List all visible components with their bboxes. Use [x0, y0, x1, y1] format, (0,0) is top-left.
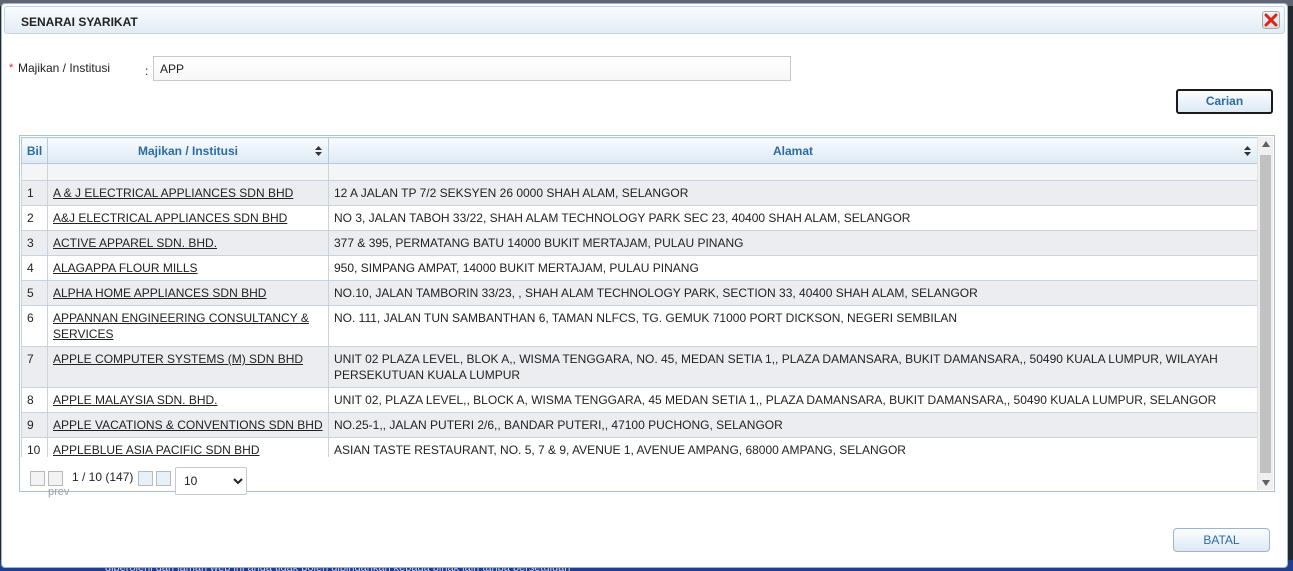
scroll-down-icon[interactable]: [1262, 480, 1270, 486]
dialog-titlebar: SENARAI SYARIKAT: [4, 6, 1285, 34]
address-cell: NO.25-1,, JALAN PUTERI 2/6,, BANDAR PUTE…: [328, 412, 1257, 438]
row-number: 7: [21, 346, 48, 388]
prev-label: prev: [48, 486, 70, 498]
column-header-bil: Bil: [21, 137, 48, 164]
employer-cell: APPANNAN ENGINEERING CONSULTANCY & SERVI…: [47, 305, 329, 347]
next-page-icon[interactable]: [138, 471, 153, 486]
column-header-employer[interactable]: Majikan / Institusi: [47, 137, 329, 164]
search-button[interactable]: Carian: [1176, 89, 1273, 114]
employer-link[interactable]: APPANNAN ENGINEERING CONSULTANCY & SERVI…: [53, 311, 309, 341]
page-info: 1 / 10 (147): [72, 470, 134, 484]
employer-link[interactable]: ALAGAPPA FLOUR MILLS: [53, 261, 198, 275]
column-header-address[interactable]: Alamat: [328, 137, 1257, 164]
employer-cell: ALPHA HOME APPLIANCES SDN BHD: [47, 280, 329, 306]
table-row: 5 ALPHA HOME APPLIANCES SDN BHD NO.10, JAL…: [21, 280, 1257, 306]
grid-filter-row: [21, 163, 1257, 181]
table-row: 10 APPLEBLUE ASIA PACIFIC SDN BHD ASIAN TA…: [21, 437, 1257, 457]
row-number: 1: [21, 180, 48, 206]
table-row: 6 APPANNAN ENGINEERING CONSULTANCY & SERV…: [21, 305, 1257, 347]
employer-link[interactable]: APPLE VACATIONS & CONVENTIONS SDN BHD: [53, 418, 323, 432]
last-page-icon[interactable]: [156, 471, 171, 486]
table-row: 7 APPLE COMPUTER SYSTEMS (M) SDN BHD UNIT …: [21, 346, 1257, 388]
first-page-icon[interactable]: [30, 471, 45, 486]
table-row: 2 A&J ELECTRICAL APPLIANCES SDN BHD NO 3, …: [21, 205, 1257, 231]
row-number: 6: [21, 305, 48, 347]
employer-link[interactable]: ACTIVE APPAREL SDN. BHD.: [53, 236, 217, 250]
company-list-dialog: SENARAI SYARIKAT * Majikan / Institusi :…: [1, 3, 1288, 568]
row-number: 2: [21, 205, 48, 231]
row-number: 3: [21, 230, 48, 256]
employer-cell: ACTIVE APPAREL SDN. BHD.: [47, 230, 329, 256]
employer-cell: APPLE VACATIONS & CONVENTIONS SDN BHD: [47, 412, 329, 438]
address-cell: NO. 111, JALAN TUN SAMBANTHAN 6, TAMAN N…: [328, 305, 1257, 347]
employer-cell: A&J ELECTRICAL APPLIANCES SDN BHD: [47, 205, 329, 231]
employer-link[interactable]: APPLE COMPUTER SYSTEMS (M) SDN BHD: [53, 352, 303, 366]
employer-cell: APPLE MALAYSIA SDN. BHD.: [47, 387, 329, 413]
close-icon: [1264, 13, 1278, 27]
table-row: 4 ALAGAPPA FLOUR MILLS 950, SIMPANG AMPAT,…: [21, 255, 1257, 281]
address-cell: UNIT 02 PLAZA LEVEL, BLOK A,, WISMA TENG…: [328, 346, 1257, 388]
company-grid: Bil Majikan / Institusi Alamat 1 A & J E…: [19, 135, 1275, 498]
address-cell: ASIAN TASTE RESTAURANT, NO. 5, 7 & 9, AV…: [328, 437, 1257, 457]
address-cell: NO 3, JALAN TABOH 33/22, SHAH ALAM TECHN…: [328, 205, 1257, 231]
address-cell: NO.10, JALAN TAMBORIN 33/23, , SHAH ALAM…: [328, 280, 1257, 306]
label-colon: :: [145, 64, 149, 78]
table-row: 1 A & J ELECTRICAL APPLIANCES SDN BHD 12 A…: [21, 180, 1257, 206]
company-table: Bil Majikan / Institusi Alamat 1 A & J E…: [21, 137, 1257, 457]
employer-link[interactable]: APPLE MALAYSIA SDN. BHD.: [53, 393, 218, 407]
address-cell: 377 & 395, PERMATANG BATU 14000 BUKIT ME…: [328, 230, 1257, 256]
prev-page-icon[interactable]: [48, 471, 63, 486]
grid-header-row: Bil Majikan / Institusi Alamat: [21, 137, 1257, 164]
employer-label: Majikan / Institusi: [18, 61, 111, 75]
row-number: 5: [21, 280, 48, 306]
employer-link[interactable]: A & J ELECTRICAL APPLIANCES SDN BHD: [53, 186, 293, 200]
cancel-button[interactable]: BATAL: [1173, 528, 1270, 552]
employer-link[interactable]: APPLEBLUE ASIA PACIFIC SDN BHD: [53, 443, 260, 457]
table-row: 3 ACTIVE APPAREL SDN. BHD. 377 & 395, PERM…: [21, 230, 1257, 256]
row-number: 8: [21, 387, 48, 413]
grid-vertical-scrollbar[interactable]: [1257, 137, 1273, 490]
employer-cell: APPLEBLUE ASIA PACIFIC SDN BHD: [47, 437, 329, 457]
scroll-thumb[interactable]: [1260, 155, 1271, 473]
row-number: 4: [21, 255, 48, 281]
employer-cell: APPLE COMPUTER SYSTEMS (M) SDN BHD: [47, 346, 329, 388]
employer-link[interactable]: A&J ELECTRICAL APPLIANCES SDN BHD: [53, 211, 287, 225]
scroll-up-icon[interactable]: [1262, 141, 1270, 147]
grid-body: Bil Majikan / Institusi Alamat 1 A & J E…: [21, 137, 1257, 457]
employer-search-input[interactable]: [153, 56, 791, 81]
page-size-select[interactable]: 102050: [175, 467, 247, 495]
employer-cell: A & J ELECTRICAL APPLIANCES SDN BHD: [47, 180, 329, 206]
employer-link[interactable]: ALPHA HOME APPLIANCES SDN BHD: [53, 286, 266, 300]
address-cell: 12 A JALAN TP 7/2 SEKSYEN 26 0000 SHAH A…: [328, 180, 1257, 206]
table-row: 9 APPLE VACATIONS & CONVENTIONS SDN BHD NO…: [21, 412, 1257, 438]
address-cell: UNIT 02, PLAZA LEVEL,, BLOCK A, WISMA TE…: [328, 387, 1257, 413]
close-button[interactable]: [1262, 11, 1280, 29]
row-number: 10: [21, 437, 48, 457]
sort-icon[interactable]: [1244, 146, 1251, 156]
sort-icon[interactable]: [315, 146, 322, 156]
dialog-title: SENARAI SYARIKAT: [21, 15, 138, 29]
required-marker: *: [9, 62, 14, 74]
employer-cell: ALAGAPPA FLOUR MILLS: [47, 255, 329, 281]
row-number: 9: [21, 412, 48, 438]
address-cell: 950, SIMPANG AMPAT, 14000 BUKIT MERTAJAM…: [328, 255, 1257, 281]
table-row: 8 APPLE MALAYSIA SDN. BHD. UNIT 02, PLAZA …: [21, 387, 1257, 413]
